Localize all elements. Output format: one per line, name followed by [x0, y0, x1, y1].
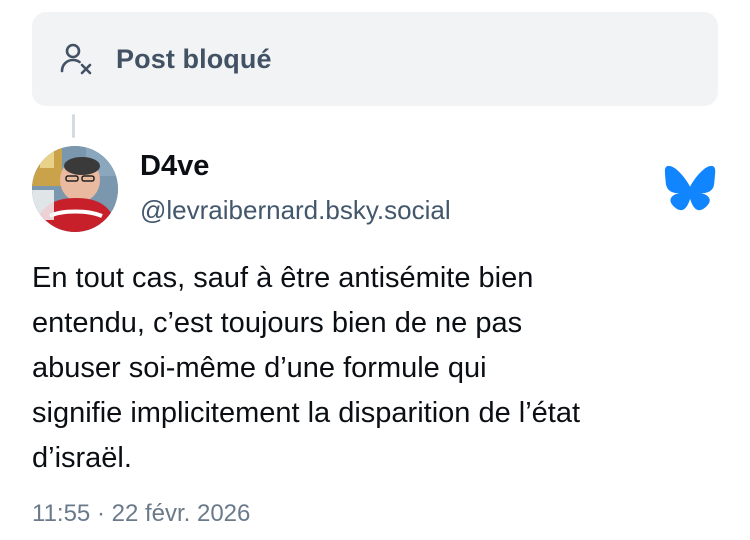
thread-connector-line [72, 114, 75, 138]
avatar[interactable] [32, 146, 118, 232]
author-handle[interactable]: @levraibernard.bsky.social [140, 195, 451, 226]
post-view: Post bloqué D4ve @levraibernard.bsky.soc… [0, 0, 750, 540]
bluesky-butterfly-icon [664, 164, 716, 212]
post-text: En tout cas, sauf à être antisémite bien… [32, 262, 581, 474]
blocked-post-banner[interactable]: Post bloqué [32, 12, 718, 106]
blocked-post-label: Post bloqué [116, 43, 272, 74]
person-blocked-icon [58, 40, 96, 78]
post-timestamp[interactable]: 11:55 · 22 févr. 2026 [32, 500, 250, 528]
author-display-name[interactable]: D4ve [140, 150, 209, 183]
